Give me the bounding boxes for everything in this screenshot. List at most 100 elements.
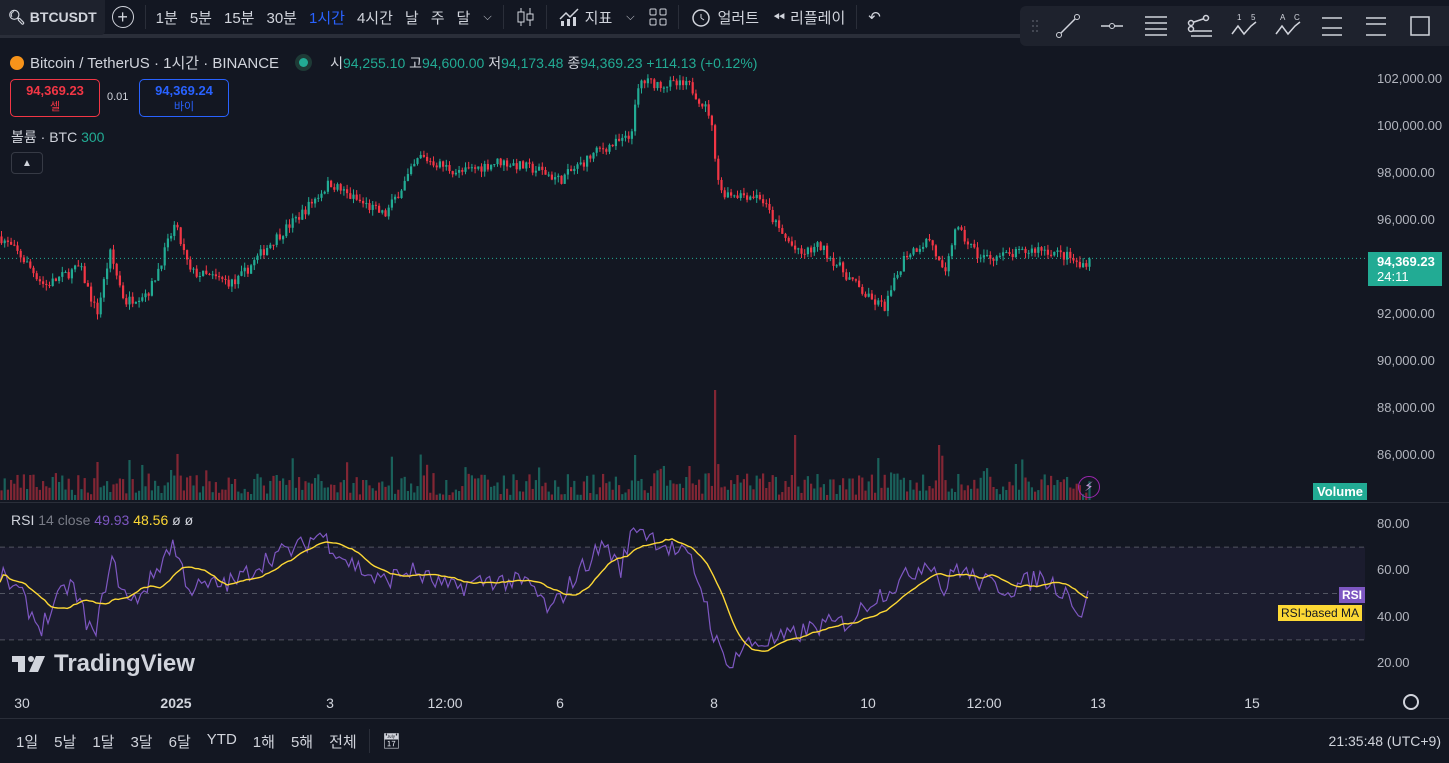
volume-bar: [339, 482, 342, 500]
volume-bar: [835, 493, 838, 500]
elliott-tool[interactable]: AC: [1270, 10, 1306, 42]
volume-bar: [230, 483, 233, 500]
volume-bar: [790, 474, 793, 500]
range-3[interactable]: 3달: [122, 731, 160, 752]
candle-body: [416, 158, 419, 164]
candle-body: [198, 275, 201, 277]
range-6[interactable]: 1해: [245, 731, 283, 752]
volume-bar: [355, 477, 358, 500]
horizontal-ray-tool[interactable]: [1094, 10, 1130, 42]
candle-body: [243, 267, 246, 272]
volume-bar: [205, 470, 208, 500]
candle-body: [598, 147, 601, 149]
range-5[interactable]: YTD: [199, 731, 245, 752]
candle-body: [755, 194, 758, 199]
candle-body: [669, 80, 672, 87]
candle-body: [483, 163, 486, 172]
candle-body: [269, 244, 272, 249]
volume-bar: [963, 490, 966, 500]
drag-handle[interactable]: [1028, 10, 1042, 42]
candle-body: [1040, 247, 1043, 251]
volume-legend: 볼륨 · BTC 300: [11, 129, 105, 145]
candle-body: [368, 203, 371, 210]
volume-tag: Volume: [1313, 483, 1367, 500]
volume-bar: [211, 492, 214, 500]
trend-line-icon: [1056, 14, 1080, 38]
volume-bar: [1002, 486, 1005, 500]
volume-bar: [768, 481, 771, 500]
candle-body: [662, 87, 665, 89]
candle-body: [512, 163, 515, 166]
range-2[interactable]: 1달: [84, 731, 122, 752]
candle-body: [851, 277, 854, 280]
volume-bar: [682, 487, 685, 500]
volume-bar: [851, 478, 854, 500]
volume-bar: [176, 453, 179, 500]
range-0[interactable]: 1일: [8, 731, 46, 752]
rsi-legend: RSI 14 close 49.93 48.56 ø ø: [11, 512, 194, 528]
candle-body: [182, 244, 185, 251]
candle-body: [320, 193, 323, 198]
candle-body: [736, 195, 739, 198]
candle-body: [266, 248, 269, 256]
rectangle-tool[interactable]: [1402, 10, 1438, 42]
candle-body: [80, 266, 83, 268]
range-7[interactable]: 5해: [283, 731, 321, 752]
price-tick: 100,000.00: [1377, 118, 1443, 133]
volume-bar: [563, 494, 566, 500]
candle-body: [83, 266, 86, 284]
candle-body: [874, 299, 877, 305]
candle-body: [531, 163, 534, 173]
volume-bar: [19, 487, 22, 500]
volume-bar: [845, 489, 848, 500]
candle-body: [954, 229, 957, 246]
volume-bar: [1008, 481, 1011, 500]
forecast-tool[interactable]: [1314, 10, 1350, 42]
candle-body: [1069, 251, 1072, 259]
candle-body: [109, 249, 112, 269]
range-4[interactable]: 6달: [161, 731, 199, 752]
symbol-title[interactable]: Bitcoin / TetherUS · 1시간 · BINANCE: [30, 52, 279, 73]
svg-text:A: A: [1280, 13, 1286, 22]
candle-body: [128, 296, 131, 305]
collapse-legend-button[interactable]: ▲︎: [11, 152, 43, 174]
volume-bar: [214, 482, 217, 500]
tradingview-logo[interactable]: TradingView: [12, 650, 195, 678]
candle-body: [797, 248, 800, 250]
price-axis[interactable]: 102,000.00 100,000.00 98,000.00 96,000.00 92…: [1365, 38, 1449, 713]
volume-bar: [1034, 491, 1037, 500]
goto-date-button[interactable]: 📅︎: [374, 732, 409, 750]
candle-body: [77, 265, 80, 267]
candle-body: [179, 227, 182, 245]
range-1[interactable]: 5날: [46, 731, 84, 752]
volume-bar: [259, 477, 262, 500]
volume-bar: [710, 485, 713, 500]
volume-bar: [902, 477, 905, 500]
settings-icon[interactable]: [1403, 694, 1419, 710]
volume-bar: [928, 485, 931, 500]
volume-bar: [314, 478, 317, 500]
time-axis[interactable]: 30 2025 3 12:00 6 8 10 12:00 13 15: [0, 690, 1365, 716]
alert-bolt-icon[interactable]: ⚡︎: [1078, 476, 1100, 498]
volume-bar: [147, 473, 150, 500]
short-position-tool[interactable]: [1358, 10, 1394, 42]
volume-bar: [275, 475, 278, 500]
candle-body: [403, 180, 406, 191]
volume-bar: [1037, 490, 1040, 500]
volume-bar: [125, 493, 128, 500]
pane-divider[interactable]: [0, 502, 1449, 503]
fib-tool[interactable]: [1182, 10, 1218, 42]
volume-bar: [83, 478, 86, 500]
clock[interactable]: 21:35:48 (UTC+9): [1329, 733, 1441, 749]
sell-button[interactable]: 94,369.23 셀: [10, 79, 100, 117]
trend-line-tool[interactable]: [1050, 10, 1086, 42]
candle-body: [10, 241, 13, 245]
buy-button[interactable]: 94,369.24 바이: [139, 79, 229, 117]
candle-body: [582, 162, 585, 167]
candle-body: [240, 271, 243, 276]
candle-body: [781, 228, 784, 234]
parallel-channel-tool[interactable]: [1138, 10, 1174, 42]
candle-body: [480, 166, 483, 172]
range-8[interactable]: 전체: [321, 731, 365, 752]
pattern-tool[interactable]: 15: [1226, 10, 1262, 42]
